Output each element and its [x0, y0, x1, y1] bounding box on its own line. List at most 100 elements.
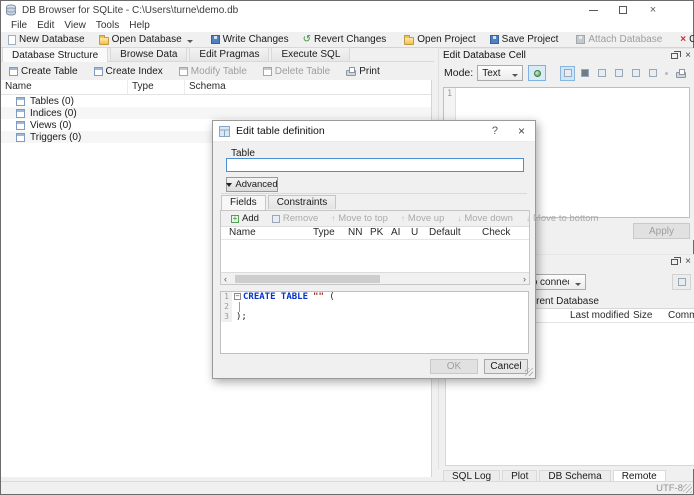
- dialog-title-bar[interactable]: Edit table definition ? ×: [213, 121, 535, 142]
- column-commit[interactable]: Commit: [668, 310, 694, 321]
- print-cell-button[interactable]: [673, 66, 688, 81]
- scroll-right-icon[interactable]: ›: [520, 274, 529, 284]
- auto-switch-mode-toggle[interactable]: [528, 65, 547, 81]
- create-table-button[interactable]: Create Table: [1, 66, 86, 77]
- print-button[interactable]: Print: [338, 66, 388, 77]
- column-size[interactable]: Size: [633, 310, 652, 321]
- column-type[interactable]: Type: [313, 227, 335, 238]
- main-tab-bar: Database Structure Browse Data Edit Prag…: [1, 47, 434, 62]
- close-icon: ×: [649, 3, 657, 16]
- add-field-button[interactable]: + Add: [225, 213, 265, 224]
- float-panel-icon[interactable]: [671, 256, 682, 265]
- sql-string: "": [313, 292, 324, 302]
- column-nn[interactable]: NN: [348, 227, 362, 238]
- delete-table-button: Delete Table: [255, 66, 338, 77]
- mode-select[interactable]: Text: [477, 65, 524, 81]
- import-data-button[interactable]: [594, 66, 609, 81]
- save-as-button[interactable]: [628, 66, 643, 81]
- open-project-button[interactable]: Open Project: [397, 32, 482, 47]
- chevron-down-icon: [226, 182, 233, 187]
- menu-help[interactable]: Help: [124, 20, 155, 31]
- table-name-input[interactable]: [226, 158, 524, 172]
- dialog-close-button[interactable]: ×: [518, 124, 525, 138]
- add-icon: +: [231, 213, 239, 223]
- open-database-icon: [98, 34, 109, 45]
- advanced-button[interactable]: Advanced: [226, 177, 278, 192]
- fields-grid-body[interactable]: [221, 240, 529, 272]
- fields-pane: + Add Remove ↑ Move to top ↑ Move up ↓ M…: [220, 210, 598, 285]
- tree-column-name[interactable]: Name: [1, 80, 128, 94]
- sql-line-3: 3 );: [221, 312, 528, 322]
- menu-bar: File Edit View Tools Help: [1, 19, 693, 32]
- line-number: 3: [221, 312, 232, 322]
- move-to-bottom-button: ↓ Move to bottom: [525, 213, 599, 224]
- export-data-button[interactable]: [611, 66, 626, 81]
- close-panel-icon[interactable]: ×: [685, 50, 691, 61]
- dialog-resize-grip[interactable]: [525, 368, 533, 376]
- float-panel-icon[interactable]: [671, 50, 682, 59]
- chevron-down-icon: [575, 282, 581, 286]
- column-last-modified[interactable]: Last modified: [570, 310, 629, 321]
- encoding-selector[interactable]: UTF-8: [656, 483, 683, 494]
- menu-view[interactable]: View: [59, 20, 91, 31]
- tab-database-structure[interactable]: Database Structure: [2, 47, 109, 62]
- tree-row-tables[interactable]: Tables (0): [1, 95, 431, 107]
- scrollbar-thumb[interactable]: [235, 275, 380, 283]
- remote-go-icon: [677, 278, 686, 286]
- horizontal-scrollbar[interactable]: ‹ ›: [221, 272, 529, 284]
- save-as-icon: [631, 69, 640, 77]
- move-down-icon: ↓: [457, 214, 462, 223]
- tab-constraints[interactable]: Constraints: [267, 195, 337, 209]
- tab-execute-sql[interactable]: Execute SQL: [271, 47, 351, 61]
- ok-button: OK: [430, 359, 478, 374]
- binary-view-button[interactable]: [577, 66, 592, 81]
- create-index-button[interactable]: Create Index: [86, 66, 171, 77]
- print-icon: [675, 69, 686, 78]
- remove-icon: [271, 214, 280, 223]
- close-panel-icon[interactable]: ×: [685, 256, 691, 267]
- tree-column-type[interactable]: Type: [128, 80, 185, 94]
- scroll-left-icon[interactable]: ‹: [221, 274, 230, 284]
- column-default[interactable]: Default: [429, 227, 461, 238]
- column-u[interactable]: U: [411, 227, 418, 238]
- tree-row-indices[interactable]: Indices (0): [1, 107, 431, 119]
- import-data-icon: [597, 69, 606, 77]
- tree-header: Name Type Schema: [1, 80, 431, 95]
- sql-keyword: CREATE TABLE: [243, 292, 309, 302]
- maximize-button[interactable]: [608, 1, 638, 19]
- minimize-button[interactable]: [578, 1, 608, 19]
- column-ai[interactable]: AI: [391, 227, 400, 238]
- cancel-button[interactable]: Cancel: [484, 359, 528, 374]
- code-fold-icon[interactable]: −: [234, 293, 241, 300]
- fullscreen-icon: [648, 69, 657, 77]
- menu-tools[interactable]: Tools: [91, 20, 124, 31]
- save-project-button[interactable]: Save Project: [483, 32, 566, 47]
- resize-grip[interactable]: [683, 484, 692, 493]
- close-button[interactable]: ×: [638, 1, 668, 19]
- minimize-icon: [588, 9, 598, 11]
- tree-column-schema[interactable]: Schema: [185, 80, 431, 94]
- close-database-button[interactable]: × Close Database: [673, 32, 694, 47]
- main-toolbar: New Database Open Database Write Changes…: [1, 32, 694, 48]
- column-check[interactable]: Check: [482, 227, 510, 238]
- column-name[interactable]: Name: [229, 227, 256, 238]
- new-database-button[interactable]: New Database: [1, 32, 92, 47]
- dialog-tab-bar: Fields Constraints: [221, 195, 338, 210]
- tab-fields[interactable]: Fields: [221, 195, 266, 210]
- open-database-button[interactable]: Open Database: [92, 32, 200, 47]
- edit-text-button[interactable]: [560, 65, 576, 81]
- column-pk[interactable]: PK: [370, 227, 383, 238]
- maximize-icon: [619, 6, 627, 14]
- sql-preview-editor[interactable]: 1 − CREATE TABLE "" ( 2 3 );: [220, 291, 529, 354]
- menu-edit[interactable]: Edit: [32, 20, 59, 31]
- binary-view-icon: [580, 69, 589, 77]
- tab-edit-pragmas[interactable]: Edit Pragmas: [189, 47, 270, 61]
- menu-file[interactable]: File: [6, 20, 32, 31]
- revert-changes-icon: ↺: [302, 33, 312, 45]
- dialog-help-button[interactable]: ?: [492, 125, 498, 137]
- write-changes-button[interactable]: Write Changes: [204, 32, 296, 47]
- fullscreen-button[interactable]: [645, 66, 660, 81]
- modify-table-button: Modify Table: [171, 66, 255, 77]
- tab-browse-data[interactable]: Browse Data: [110, 47, 188, 61]
- revert-changes-button[interactable]: ↺ Revert Changes: [296, 32, 394, 47]
